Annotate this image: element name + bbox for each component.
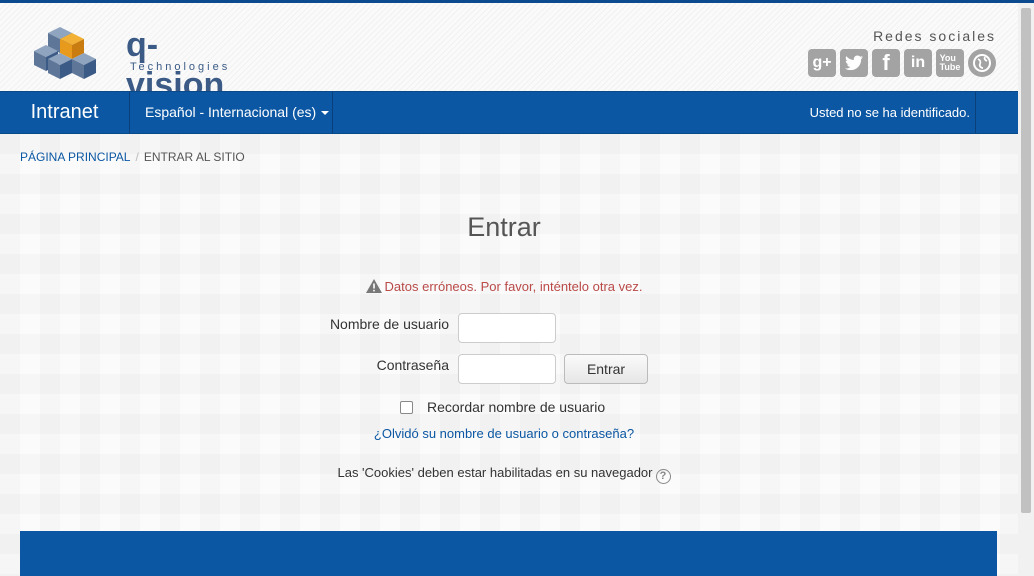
social-icons: g+ f in You Tube — [808, 49, 996, 77]
login-error-text: Datos erróneos. Por favor, inténtelo otr… — [384, 279, 643, 294]
brand-link[interactable]: Intranet — [0, 92, 130, 133]
caret-down-icon — [321, 111, 330, 116]
cookies-notice-text: Las 'Cookies' deben estar habilitadas en… — [337, 465, 653, 480]
cookies-notice: Las 'Cookies' deben estar habilitadas en… — [0, 465, 1008, 484]
username-input[interactable] — [458, 313, 556, 343]
scrollbar-thumb[interactable] — [1021, 8, 1031, 513]
globe-icon[interactable] — [968, 49, 996, 77]
username-label: Nombre de usuario — [329, 316, 449, 332]
breadcrumb-current: ENTRAR AL SITIO — [143, 150, 245, 164]
page-footer — [20, 531, 997, 576]
breadcrumb-home-link[interactable]: PÁGINA PRINCIPAL — [20, 150, 130, 164]
password-label: Contraseña — [376, 357, 449, 373]
twitter-icon[interactable] — [840, 49, 868, 77]
page-scrollbar[interactable] — [1018, 3, 1034, 576]
remember-username[interactable]: Recordar nombre de usuario — [400, 399, 605, 415]
cubes-logo-icon — [34, 27, 96, 79]
help-icon[interactable]: ? — [655, 469, 671, 484]
remember-label: Recordar nombre de usuario — [427, 399, 606, 415]
page-title: Entrar — [467, 212, 541, 242]
linkedin-icon[interactable]: in — [904, 49, 932, 77]
site-logo[interactable]: q-vision Technologies — [30, 25, 250, 104]
language-menu[interactable]: Español - Internacional (es) — [130, 92, 333, 133]
breadcrumb: PÁGINA PRINCIPAL / ENTRAR AL SITIO — [20, 150, 245, 164]
login-button[interactable]: Entrar — [564, 354, 648, 384]
main-content: PÁGINA PRINCIPAL / ENTRAR AL SITIO Entrar … — [0, 134, 1018, 576]
password-input[interactable] — [458, 354, 556, 384]
breadcrumb-separator: / — [135, 150, 139, 164]
site-header: q-vision Technologies Redes sociales g+ … — [0, 3, 1018, 104]
social-title: Redes sociales — [873, 28, 996, 44]
logo-subtitle: Technologies — [130, 61, 231, 73]
remember-checkbox[interactable] — [400, 400, 413, 414]
facebook-icon[interactable]: f — [872, 49, 900, 77]
forgot-password-link[interactable]: ¿Olvidó su nombre de usuario o contraseñ… — [0, 426, 1008, 441]
youtube-icon[interactable]: You Tube — [936, 49, 964, 77]
login-status: Usted no se ha identificado. — [809, 105, 970, 120]
google-plus-icon[interactable]: g+ — [808, 49, 836, 77]
main-navbar: Intranet Español - Internacional (es) Us… — [0, 91, 1018, 134]
login-error-message: Datos erróneos. Por favor, inténtelo otr… — [0, 279, 1008, 294]
language-label: Español - Internacional (es) — [145, 104, 317, 120]
warning-icon — [365, 279, 382, 293]
nav-divider — [975, 92, 976, 133]
